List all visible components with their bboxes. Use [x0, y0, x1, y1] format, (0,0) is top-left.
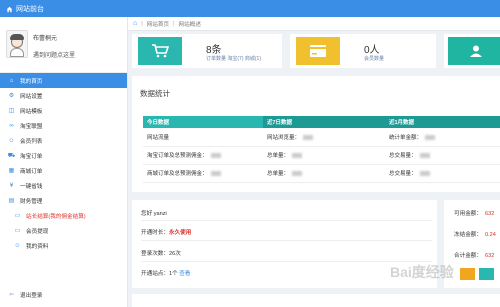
user-icon: [448, 37, 500, 65]
data-stats-panel: 数据统计 今日数据 近7日数据 近1月数据 网站流量 网站浏览量： 统计单金额：…: [132, 76, 500, 192]
cart-icon: [138, 37, 182, 65]
sidebar-item-gear[interactable]: ⚙ 网站设置: [0, 88, 127, 103]
money-icon: ¥: [9, 182, 14, 189]
available-amount: 可用金额： 632: [454, 211, 495, 217]
sidebar-item-label: 一键省钱: [20, 183, 43, 190]
sidebar-item-label: 商城订单: [20, 168, 43, 175]
cell: 总单量：: [263, 146, 385, 165]
home-icon: [6, 6, 13, 12]
greeting: 您好 yanzi: [141, 211, 167, 217]
col-today: 今日数据: [143, 116, 263, 128]
order-icon: ▦: [8, 168, 15, 174]
stat-orders-label: 订单数量 淘宝(7) 商城(1): [206, 56, 262, 62]
top-bar: 网站前台: [0, 0, 500, 17]
open-time: 开通时长：永久使用: [141, 230, 192, 236]
help-link[interactable]: 遇到问题点这里: [33, 50, 75, 59]
sidebar-item-home[interactable]: ⌂ 我的首页: [0, 73, 127, 88]
cell: 总交易量：: [385, 164, 500, 183]
stat-members[interactable]: 0人 会员数量: [290, 34, 436, 68]
cell: 商城订单及总预测佣金：: [143, 164, 263, 183]
withdraw-icon: ▭: [14, 228, 21, 234]
sidebar-item-link[interactable]: ∞ 淘宝联盟: [0, 118, 127, 133]
sidebar-item-label: 网站设置: [20, 93, 43, 100]
login-count: 登录次数：26次: [141, 251, 181, 257]
finance-icon: ▤: [8, 198, 15, 204]
cart-icon: ⛟: [7, 152, 16, 159]
brand-title: 网站前台: [16, 6, 44, 13]
sidebar-item-label: 会员列表: [20, 138, 43, 145]
cell: 总交易量：: [385, 146, 500, 165]
table-row: 商城订单及总预测佣金： 总单量： 总交易量：: [143, 164, 500, 183]
stat-orders-value: 8条: [206, 45, 222, 56]
settle-icon: ▭: [14, 213, 21, 219]
cell: 网站浏览量：: [263, 128, 385, 147]
sidebar-nav: ⌂ 我的首页 ⚙ 网站设置 ◫ 网站模板 ∞ 淘宝联盟 ☺ 会员列表 ⛟ 淘宝订单 ▦ 商城订单 ¥ 一键省钱…: [0, 73, 127, 253]
col-7days: 近7日数据: [263, 116, 385, 128]
cell: 淘宝订单及总预测佣金：: [143, 146, 263, 165]
sidebar-item-users[interactable]: ☺ 会员列表: [0, 133, 127, 148]
sidebar-subitem-profile[interactable]: ☺ 我的资料: [0, 238, 127, 253]
brand-link[interactable]: 网站前台: [6, 4, 44, 14]
card-icon: [296, 37, 340, 65]
profile-name: 布蕾桐元: [33, 36, 58, 42]
home-icon[interactable]: ⌂: [133, 20, 137, 27]
total-amount: 合计金额： 632: [454, 253, 495, 259]
sidebar-subitem-label: 会员提现: [26, 228, 49, 235]
sidebar-item-label: 我的首页: [20, 78, 43, 85]
sidebar-subitem-withdraw[interactable]: ▭ 会员提现: [0, 223, 127, 238]
sidebar-subitem-label: 我的资料: [26, 243, 49, 250]
logout-button[interactable]: ⇦ 退出登录: [7, 291, 42, 299]
cell: 网站流量: [143, 128, 263, 147]
avatar[interactable]: [6, 30, 28, 58]
sidebar-subitem-label: 站长结算(我的佣金结算): [26, 213, 86, 220]
logout-icon: ⇦: [9, 292, 14, 298]
sidebar-item-label: 淘宝联盟: [20, 123, 43, 130]
withdraw-button[interactable]: [460, 268, 475, 280]
profile-icon: ☺: [14, 242, 21, 249]
sidebar: 布蕾桐元 遇到问题点这里 ⌂ 我的首页 ⚙ 网站设置 ◫ 网站模板 ∞ 淘宝联盟 ☺ 会员列表 ⛟ 淘…: [0, 17, 128, 307]
sidebar-item-finance[interactable]: ▤ 财务管理: [0, 193, 127, 208]
link-icon: ∞: [9, 122, 14, 129]
sidebar-item-label: 淘宝订单: [20, 153, 43, 160]
logout-label: 退出登录: [20, 293, 43, 299]
sidebar-subitem-settle[interactable]: ▭ 站长结算(我的佣金结算): [0, 208, 127, 223]
profile-card: 布蕾桐元 遇到问题点这里: [0, 17, 127, 73]
breadcrumb-home[interactable]: 网站首页: [147, 20, 169, 28]
gear-icon: ⚙: [8, 93, 15, 99]
recharge-button[interactable]: [479, 268, 494, 280]
template-icon: ◫: [8, 108, 15, 114]
money-panel: 可用金额： 632 冻结金额： 0.24 合计金额： 632: [444, 200, 500, 288]
stat-orders[interactable]: 8条 订单数量 淘宝(7) 商城(1): [132, 34, 282, 68]
account-panel: 您好 yanzi 开通时长：永久使用 登录次数：26次 开通站点：1个 查看: [132, 200, 437, 288]
sidebar-item-label: 财务管理: [20, 198, 43, 205]
col-month: 近1月数据: [385, 116, 500, 128]
stat-members-value: 0人: [364, 45, 380, 56]
sidebar-item-template[interactable]: ◫ 网站模板: [0, 103, 127, 118]
sidebar-item-label: 网站模板: [20, 108, 43, 115]
breadcrumb: ⌂ | 网站首页 | 网站概述: [128, 17, 500, 31]
panel-title: 数据统计: [140, 89, 170, 98]
breadcrumb-current: 网站概述: [178, 21, 201, 28]
table-row: 网站流量 网站浏览量： 统计单金额：: [143, 128, 500, 147]
frozen-amount: 冻结金额： 0.24: [454, 232, 496, 238]
users-icon: ☺: [8, 137, 15, 144]
sidebar-item-order[interactable]: ▦ 商城订单: [0, 163, 127, 178]
bottom-card: [132, 294, 500, 307]
stat-members-label: 会员数量: [364, 56, 385, 62]
cell: 总单量：: [263, 164, 385, 183]
sidebar-item-money[interactable]: ¥ 一键省钱: [0, 178, 127, 193]
stats-table: 今日数据 近7日数据 近1月数据 网站流量 网站浏览量： 统计单金额： 淘宝订单…: [143, 116, 500, 183]
table-row: 淘宝订单及总预测佣金： 总单量： 总交易量：: [143, 146, 500, 165]
stat-users[interactable]: [444, 34, 500, 68]
sites-count: 开通站点：1个 查看: [141, 271, 191, 277]
sidebar-item-cart[interactable]: ⛟ 淘宝订单: [0, 148, 127, 163]
home-icon: ⌂: [9, 77, 14, 84]
cell: 统计单金额：: [385, 128, 500, 147]
view-sites-link[interactable]: 查看: [179, 271, 190, 277]
